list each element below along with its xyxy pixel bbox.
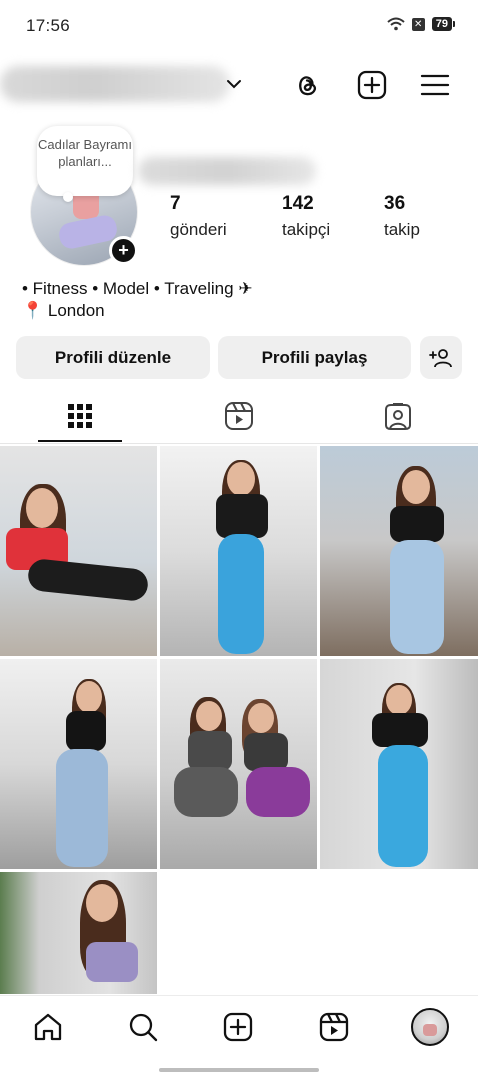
post-thumbnail[interactable] [320, 659, 478, 869]
post-thumbnail[interactable] [160, 446, 317, 656]
reels-icon [319, 1012, 349, 1042]
nav-create[interactable] [221, 1010, 255, 1044]
status-icons: ✕ 79 [387, 17, 456, 31]
add-post-icon[interactable] [356, 69, 388, 101]
stat-following-label: takip [384, 220, 420, 239]
display-name-blurred [138, 157, 316, 185]
stat-followers-value: 142 [282, 193, 314, 214]
bio-line-1: • Fitness • Model • Traveling ✈ [22, 279, 253, 298]
add-person-icon [429, 348, 452, 367]
note-bubble[interactable]: Cadılar Bayramı planları... [37, 126, 133, 202]
chevron-down-icon[interactable] [224, 74, 244, 94]
home-icon [34, 1013, 62, 1041]
tagged-icon [385, 403, 411, 430]
tab-posts-grid[interactable] [20, 390, 140, 442]
add-story-icon[interactable]: + [109, 236, 138, 265]
nav-reels[interactable] [317, 1010, 351, 1044]
post-thumbnail[interactable] [0, 872, 157, 994]
tabs-divider [0, 443, 478, 444]
active-tab-indicator [38, 440, 122, 442]
nav-home[interactable] [31, 1010, 65, 1044]
menu-icon[interactable] [419, 69, 451, 101]
username-blurred[interactable] [0, 66, 230, 102]
post-thumbnail[interactable] [160, 659, 317, 869]
wifi-icon [387, 17, 405, 31]
bio: • Fitness • Model • Traveling ✈ 📍 London [22, 278, 253, 322]
post-thumbnail[interactable] [0, 446, 157, 656]
profile-header [0, 58, 478, 114]
status-bar: 17:56 ✕ 79 [0, 0, 478, 52]
grid-icon [68, 404, 92, 428]
stat-following[interactable]: 36 takip [384, 193, 420, 240]
post-thumbnail[interactable] [320, 446, 478, 656]
add-person-button[interactable] [420, 336, 462, 379]
search-icon [129, 1013, 158, 1042]
stat-posts-label: gönderi [170, 220, 227, 239]
stat-followers[interactable]: 142 takipçi [282, 193, 330, 240]
nav-profile-avatar[interactable] [411, 1008, 449, 1046]
tab-tagged[interactable] [338, 390, 458, 442]
edit-profile-button[interactable]: Profili düzenle [16, 336, 210, 379]
threads-icon[interactable] [291, 69, 323, 101]
stat-following-value: 36 [384, 193, 406, 214]
reels-icon [225, 402, 253, 430]
stat-followers-label: takipçi [282, 220, 331, 239]
status-time: 17:56 [26, 16, 71, 35]
stat-posts[interactable]: 7 gönderi [170, 193, 227, 240]
bottom-nav [0, 995, 478, 1061]
note-text: Cadılar Bayramı planları... [38, 137, 132, 169]
create-icon [223, 1012, 253, 1042]
stat-posts-value: 7 [170, 193, 181, 214]
bio-line-2: 📍 London [22, 301, 105, 320]
no-sim-icon: ✕ [411, 17, 425, 31]
battery-indicator: 79 [431, 17, 456, 31]
nav-search[interactable] [126, 1010, 160, 1044]
share-profile-button[interactable]: Profili paylaş [218, 336, 411, 379]
post-thumbnail[interactable] [0, 659, 157, 869]
tab-reels[interactable] [179, 390, 299, 442]
home-indicator[interactable] [159, 1068, 319, 1072]
